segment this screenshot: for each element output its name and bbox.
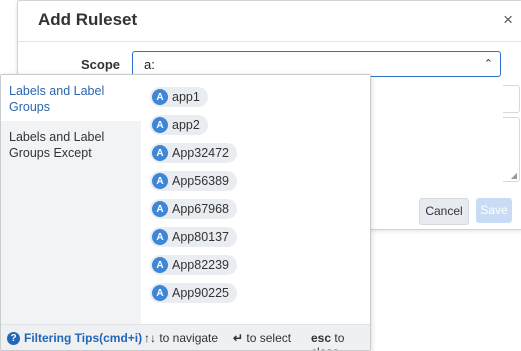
app-label-icon: A [152,173,168,189]
chevron-up-icon[interactable]: ⌃ [484,57,493,70]
description-field[interactable]: ◢ [503,117,520,182]
option-list: A app1 A app2 A App32472 A App56389 A Ap… [141,75,370,325]
category-list: Labels and Label Groups Labels and Label… [1,75,141,325]
arrow-keys-icon: ↑↓ [144,331,156,345]
app-label-icon: A [152,285,168,301]
app-label-icon: A [152,229,168,245]
category-labels-and-label-groups-except[interactable]: Labels and Label Groups Except [1,121,141,167]
app-label-icon: A [152,145,168,161]
list-item[interactable]: A App32472 [150,143,238,163]
app-label-icon: A [152,117,168,133]
cancel-button[interactable]: Cancel [419,198,469,225]
scope-dropdown: Labels and Label Groups Labels and Label… [0,74,371,351]
enter-key-icon: ↵ [233,331,244,345]
navigate-hint-text: to navigate [159,331,219,345]
navigate-hint: ↑↓ to navigate [144,331,218,345]
app-label-icon: A [152,257,168,273]
filtering-tips-link[interactable]: ? Filtering Tips(cmd+i) [7,331,142,345]
help-icon: ? [7,331,20,345]
resize-handle-icon[interactable]: ◢ [511,171,517,180]
category-labels-and-label-groups[interactable]: Labels and Label Groups [1,75,141,121]
dropdown-footer: ? Filtering Tips(cmd+i) ↑↓ to navigate ↵… [1,324,370,350]
name-field[interactable] [503,85,520,113]
save-button[interactable]: Save [476,198,512,223]
list-item[interactable]: A app2 [150,115,208,135]
list-item[interactable]: A App80137 [150,227,238,247]
dialog-title: Add Ruleset [38,10,138,29]
app-label-icon: A [152,201,168,217]
option-label: App67968 [172,202,230,216]
list-item[interactable]: A App67968 [150,199,238,219]
dialog-header: Add Ruleset × [18,1,521,42]
list-item[interactable]: A App82239 [150,255,238,275]
option-label: App56389 [172,174,230,188]
list-item[interactable]: A App90225 [150,283,238,303]
esc-key-label: esc [311,331,332,345]
select-hint-text: to select [246,331,292,345]
filtering-tips-label: Filtering Tips(cmd+i) [24,331,143,345]
close-hint: esc to close [311,331,370,350]
option-label: App82239 [172,258,230,272]
scope-label: Scope [81,57,121,72]
option-label: app1 [172,90,200,104]
category-label: Labels and Label Groups [9,84,105,114]
option-label: App90225 [172,286,230,300]
scope-input-value: a: [144,57,155,72]
option-label: App32472 [172,146,230,160]
list-item[interactable]: A app1 [150,87,208,107]
close-icon[interactable]: × [503,11,513,28]
option-label: App80137 [172,230,230,244]
option-label: app2 [172,118,200,132]
category-label: Labels and Label Groups Except [9,130,105,160]
list-item[interactable]: A App56389 [150,171,238,191]
app-label-icon: A [152,89,168,105]
select-hint: ↵ to select [233,331,291,345]
